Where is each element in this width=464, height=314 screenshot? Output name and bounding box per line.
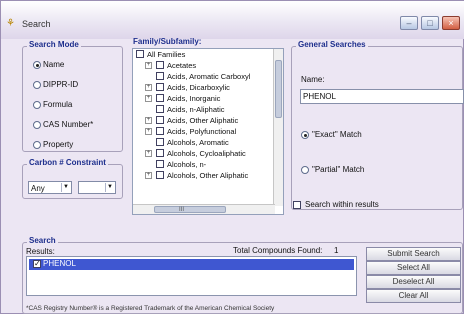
carbon-select-1-value: Any bbox=[31, 184, 45, 193]
tree-row[interactable]: Acids, n-Aliphatic bbox=[133, 104, 273, 115]
tree-row[interactable]: + Acids, Other Aliphatic bbox=[133, 115, 273, 126]
result-label: PHENOL bbox=[43, 259, 76, 268]
exact-match-label: "Exact" Match bbox=[312, 130, 362, 139]
tree-label: Alcohols, n- bbox=[167, 160, 207, 169]
general-searches-title: General Searches bbox=[296, 40, 368, 50]
tree-horizontal-thumb[interactable] bbox=[154, 206, 226, 213]
app-icon: ⚘ bbox=[6, 18, 15, 29]
clear-all-button[interactable]: Clear All bbox=[366, 289, 461, 303]
tree-label: Acids, Polyfunctional bbox=[167, 127, 237, 136]
family-title: Family/Subfamily: bbox=[133, 37, 202, 46]
tree-label: Alcohols, Cycloaliphatic bbox=[167, 149, 246, 158]
search-within-checkbox[interactable] bbox=[293, 201, 301, 209]
minimize-button[interactable]: – bbox=[400, 16, 418, 30]
tree-row[interactable]: + Acids, Inorganic bbox=[133, 93, 273, 104]
search-mode-title: Search Mode bbox=[27, 40, 81, 50]
tree-row[interactable]: + Acids, Dicarboxylic bbox=[133, 82, 273, 93]
partial-match-radio[interactable] bbox=[301, 166, 309, 174]
search-results-title: Search bbox=[27, 236, 58, 246]
tree-label: Acids, Other Aliphatic bbox=[167, 116, 239, 125]
footer-note: *CAS Registry Number® is a Registered Tr… bbox=[26, 305, 275, 312]
tree-label: All Families bbox=[147, 50, 186, 59]
name-radio[interactable] bbox=[33, 61, 41, 69]
tree-row[interactable]: Alcohols, Aromatic bbox=[133, 137, 273, 148]
tree-row[interactable]: Alcohols, n- bbox=[133, 159, 273, 170]
deselect-all-button[interactable]: Deselect All bbox=[366, 275, 461, 289]
formula-radio[interactable] bbox=[33, 101, 41, 109]
tree-label: Acids, Aromatic Carboxyl bbox=[167, 72, 251, 81]
close-button[interactable]: × bbox=[442, 16, 460, 30]
title-bar: ⚘ Search – □ × bbox=[1, 1, 464, 39]
carbon-constraint-title: Carbon # Constraint bbox=[27, 158, 108, 168]
general-searches-group: General Searches Name: PHENOL "Exact" Ma… bbox=[291, 40, 464, 210]
tree-row[interactable]: + Acids, Polyfunctional bbox=[133, 126, 273, 137]
property-radio[interactable] bbox=[33, 141, 41, 149]
name-field-label: Name: bbox=[301, 75, 325, 84]
tree-row[interactable]: + Alcohols, Cycloaliphatic bbox=[133, 148, 273, 159]
chevron-down-icon: ▼ bbox=[105, 183, 114, 192]
tree-row[interactable]: Acids, Aromatic Carboxyl bbox=[133, 71, 273, 82]
search-within-label: Search within results bbox=[305, 200, 379, 209]
tree-label: Acids, Dicarboxylic bbox=[167, 83, 230, 92]
tree-vertical-thumb[interactable] bbox=[275, 60, 282, 118]
tree-label: Acetates bbox=[167, 61, 197, 70]
name-input[interactable]: PHENOL bbox=[300, 89, 464, 104]
result-row[interactable]: PHENOL bbox=[29, 259, 354, 270]
tree-row-all-families[interactable]: All Families bbox=[133, 49, 273, 60]
maximize-button[interactable]: □ bbox=[421, 16, 439, 30]
exact-match-radio[interactable] bbox=[301, 131, 309, 139]
search-window: ⚘ Search – □ × Search Mode Name DIPPR-ID… bbox=[0, 0, 464, 314]
carbon-select-2[interactable]: ▼ bbox=[78, 181, 116, 194]
name-option-label: Name bbox=[43, 60, 65, 69]
tree-row[interactable]: + Acetates bbox=[133, 60, 273, 71]
tree-label: Alcohols, Aromatic bbox=[167, 138, 229, 147]
scroll-grip-icon: III bbox=[179, 207, 185, 213]
carbon-constraint-group: Carbon # Constraint Any ▼ ▼ bbox=[22, 158, 123, 199]
total-compounds-count: 1 bbox=[334, 246, 339, 255]
tree-label: Alcohols, Other Aliphatic bbox=[167, 171, 249, 180]
search-mode-group: Search Mode Name DIPPR-ID Formula CAS Nu… bbox=[22, 40, 123, 152]
formula-option-label: Formula bbox=[43, 100, 73, 109]
chevron-down-icon: ▼ bbox=[61, 183, 70, 192]
carbon-select-1[interactable]: Any ▼ bbox=[28, 181, 72, 194]
dippr-id-option-label: DIPPR-ID bbox=[43, 80, 79, 89]
window-title: Search bbox=[22, 19, 51, 29]
tree-horizontal-scrollbar[interactable]: III bbox=[133, 204, 275, 214]
tree-label: Acids, Inorganic bbox=[167, 94, 221, 103]
property-option-label: Property bbox=[43, 140, 74, 149]
dippr-id-radio[interactable] bbox=[33, 81, 41, 89]
tree-vertical-scrollbar[interactable] bbox=[273, 49, 283, 206]
family-tree[interactable]: All Families + Acetates Acids, Aromatic C… bbox=[132, 48, 284, 215]
tree-label: Acids, n-Aliphatic bbox=[167, 105, 225, 114]
submit-search-button[interactable]: Submit Search bbox=[366, 247, 461, 261]
select-all-button[interactable]: Select All bbox=[366, 261, 461, 275]
tree-row[interactable]: + Alcohols, Other Aliphatic bbox=[133, 170, 273, 181]
partial-match-label: "Partial" Match bbox=[312, 165, 365, 174]
cas-number-radio[interactable] bbox=[33, 121, 41, 129]
results-list[interactable]: PHENOL bbox=[26, 256, 357, 296]
total-compounds-label: Total Compounds Found: bbox=[233, 246, 323, 255]
cas-number-option-label: CAS Number* bbox=[43, 120, 94, 129]
result-checkbox[interactable] bbox=[33, 259, 41, 268]
family-checkbox[interactable] bbox=[136, 50, 144, 58]
